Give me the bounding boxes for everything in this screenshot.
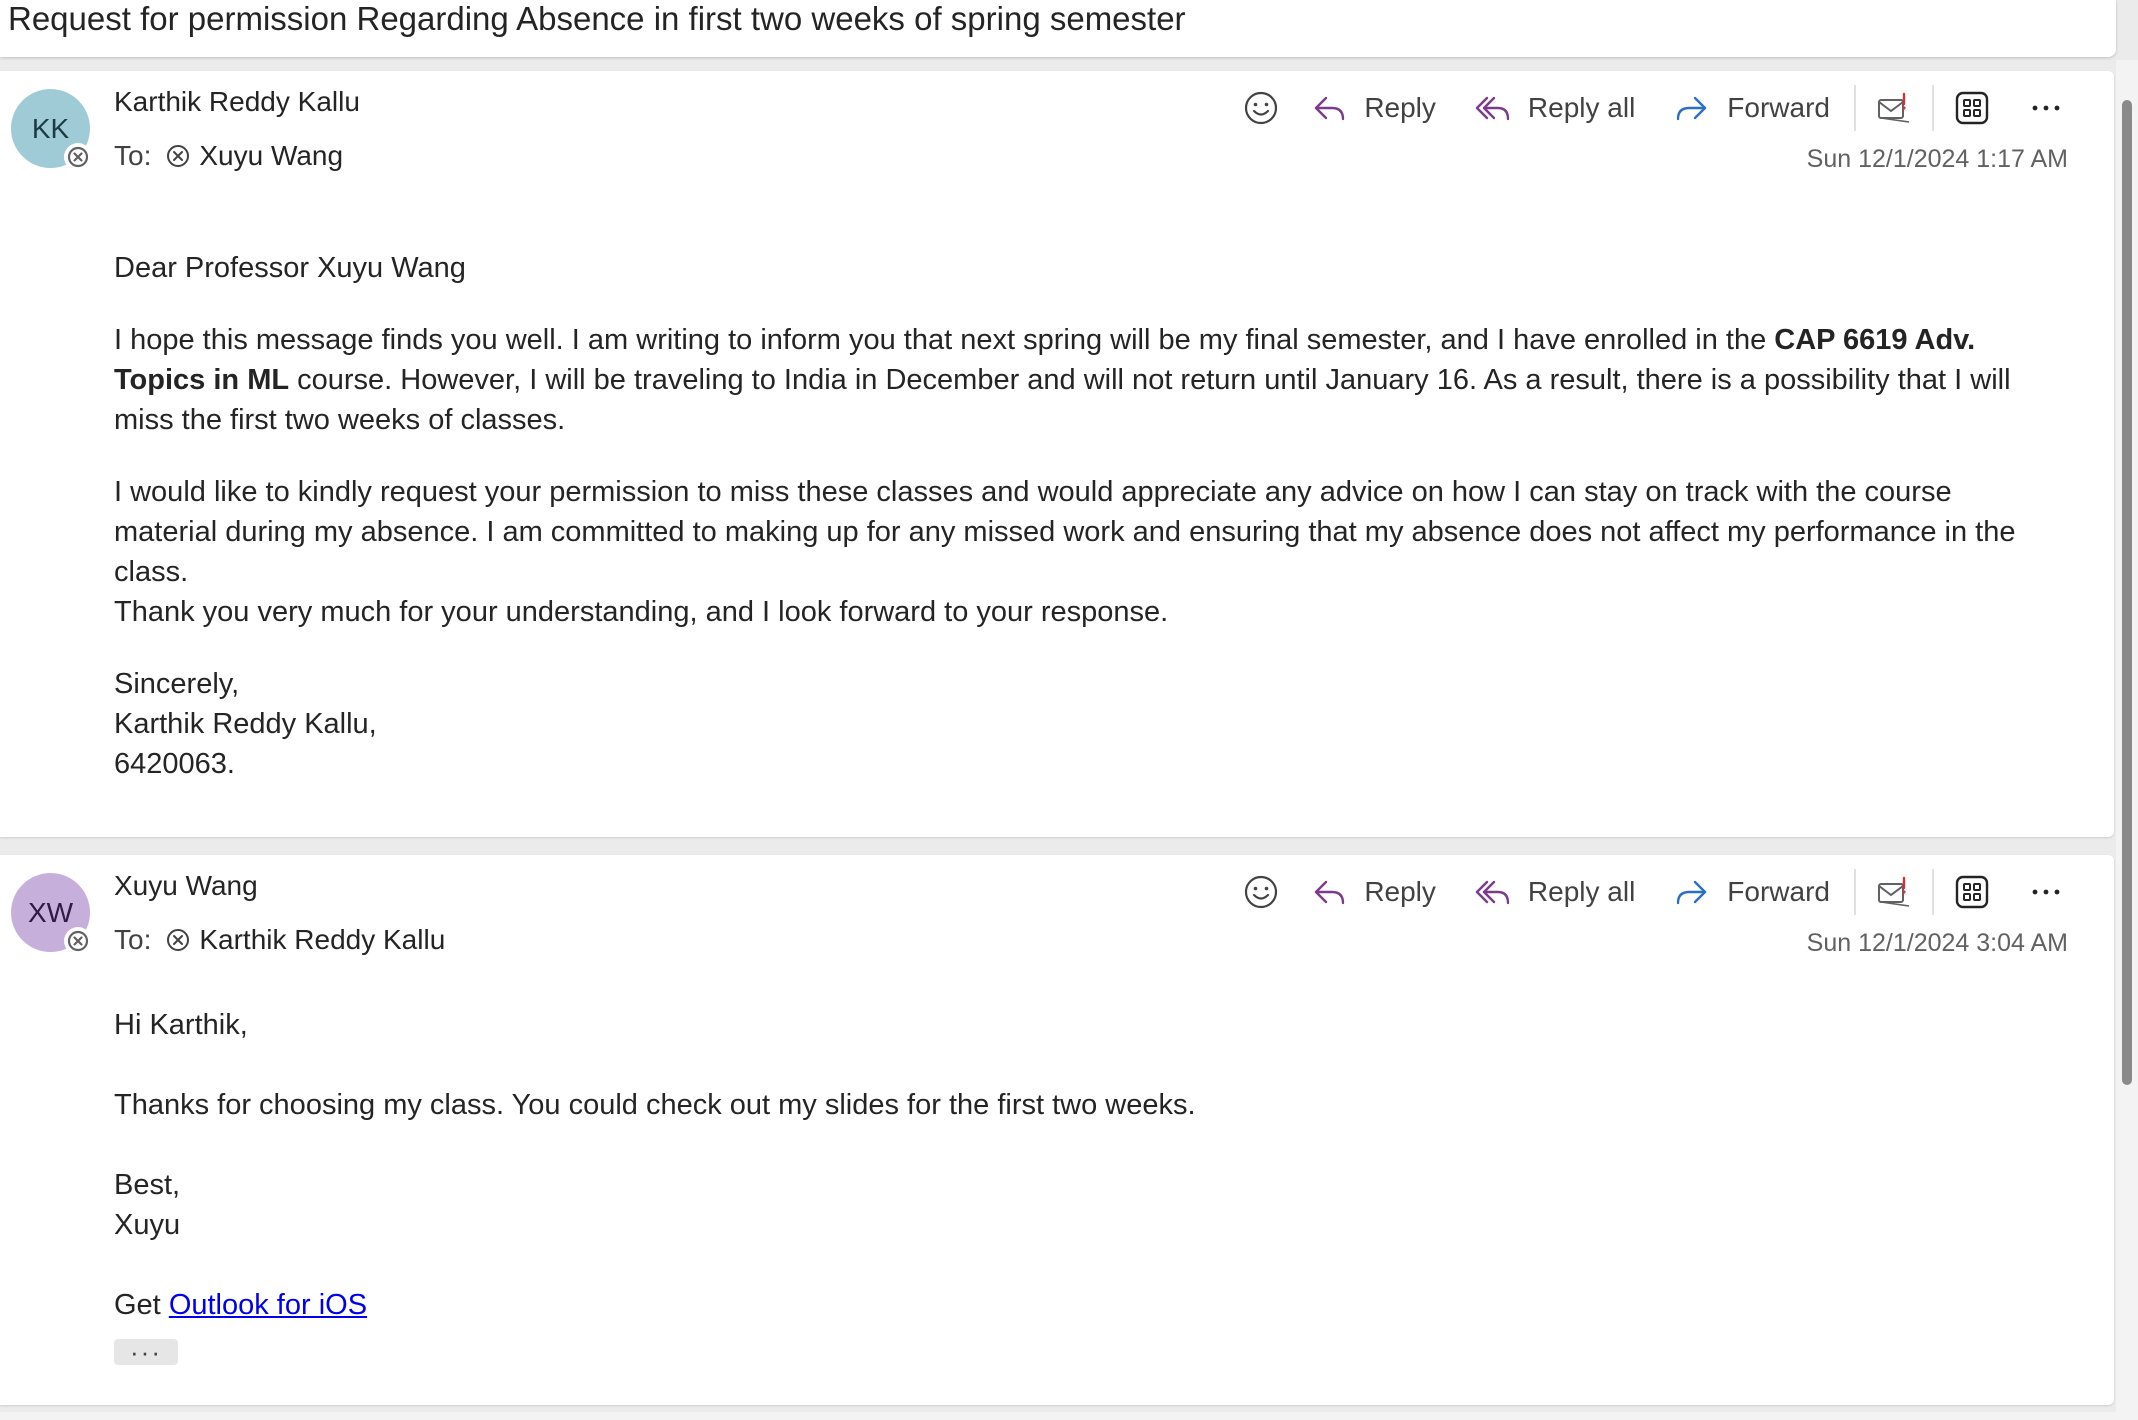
closing: Sincerely,	[114, 668, 240, 700]
more-actions-button[interactable]	[2018, 84, 2074, 132]
body-paragraph: I hope this message finds you well. I am…	[114, 324, 2011, 436]
reading-pane: Request for permission Regarding Absence…	[0, 0, 2138, 1420]
vertical-scrollbar[interactable]	[2116, 60, 2138, 1420]
reply-all-arrow-icon	[1475, 880, 1510, 905]
closing: Best,	[114, 1169, 181, 1201]
message-toolbar: Reply Reply all Forward	[1236, 84, 2074, 132]
sender-name[interactable]: Karthik Reddy Kallu	[114, 85, 360, 119]
apps-button[interactable]	[1944, 868, 2000, 916]
message-card: KK Karthik Reddy Kallu To: Xuyu Wang Rep…	[0, 71, 2114, 837]
avatar-initials: XW	[27, 896, 74, 928]
toolbar-divider	[1854, 869, 1856, 915]
more-ellipsis-icon	[2032, 105, 2060, 111]
outlook-ios-link[interactable]: Outlook for iOS	[169, 1289, 367, 1321]
report-button[interactable]	[1866, 84, 1922, 132]
reaction-button[interactable]	[1236, 84, 1286, 132]
apps-grid-icon	[1955, 875, 1989, 909]
scrollbar-thumb[interactable]	[2122, 100, 2132, 1085]
subject-header: Request for permission Regarding Absence…	[0, 0, 2116, 57]
signature-name: Karthik Reddy Kallu,	[114, 708, 377, 740]
report-mail-icon	[1878, 876, 1910, 907]
presence-blocked-icon	[64, 143, 92, 171]
reaction-button[interactable]	[1236, 868, 1286, 916]
more-ellipsis-icon	[2032, 889, 2060, 895]
reply-all-arrow-icon	[1475, 96, 1510, 121]
smiley-icon	[1245, 875, 1278, 909]
signature-id: 6420063.	[114, 748, 235, 780]
message-card: XW Xuyu Wang To: Karthik Reddy Kallu Rep…	[0, 855, 2114, 1405]
forward-arrow-icon	[1677, 96, 1707, 121]
forward-label: Forward	[1727, 92, 1830, 123]
signature-name: Xuyu	[114, 1209, 181, 1241]
reply-all-button[interactable]: Reply all	[1468, 868, 1641, 916]
forward-button[interactable]: Forward	[1667, 868, 1836, 916]
body-paragraph: I would like to kindly request your perm…	[114, 476, 2016, 588]
show-trimmed-content-button[interactable]: ···	[114, 1339, 178, 1365]
to-label: To:	[114, 924, 152, 955]
report-mail-icon	[1878, 92, 1910, 123]
outlook-signature: Get Outlook for iOS	[114, 1289, 368, 1321]
reply-button[interactable]: Reply	[1304, 84, 1442, 132]
toolbar-divider	[1932, 869, 1934, 915]
reply-all-button[interactable]: Reply all	[1468, 84, 1641, 132]
reply-label: Reply	[1364, 876, 1436, 907]
email-subject: Request for permission Regarding Absence…	[8, 0, 1186, 37]
forward-arrow-icon	[1677, 880, 1707, 905]
reply-label: Reply	[1364, 92, 1436, 123]
apps-grid-icon	[1955, 91, 1989, 125]
reply-all-label: Reply all	[1527, 92, 1636, 123]
sent-timestamp: Sun 12/1/2024 1:17 AM	[1806, 145, 2068, 173]
recipient-line: To: Karthik Reddy Kallu	[114, 923, 445, 957]
presence-blocked-icon	[64, 927, 92, 955]
toolbar-divider	[1932, 85, 1934, 131]
message-toolbar: Reply Reply all Forward	[1236, 868, 2074, 916]
recipient-name[interactable]: Karthik Reddy Kallu	[199, 923, 445, 957]
recipient-name[interactable]: Xuyu Wang	[199, 139, 343, 173]
reply-arrow-icon	[1315, 880, 1345, 905]
message-body: Hi Karthik, Thanks for choosing my class…	[114, 1005, 2044, 1372]
message-body: Dear Professor Xuyu Wang I hope this mes…	[114, 248, 2044, 784]
body-paragraph: Thanks for choosing my class. You could …	[114, 1089, 1196, 1121]
greeting: Dear Professor Xuyu Wang	[114, 252, 466, 284]
report-button[interactable]	[1866, 868, 1922, 916]
presence-blocked-icon	[165, 927, 191, 953]
sender-name[interactable]: Xuyu Wang	[114, 869, 258, 903]
reply-arrow-icon	[1315, 96, 1345, 121]
toolbar-divider	[1854, 85, 1856, 131]
body-paragraph: Thank you very much for your understandi…	[114, 596, 1169, 628]
forward-label: Forward	[1727, 876, 1830, 907]
reply-button[interactable]: Reply	[1304, 868, 1442, 916]
recipient-line: To: Xuyu Wang	[114, 139, 343, 173]
horizontal-scrollbar[interactable]	[0, 1412, 2116, 1420]
reply-all-label: Reply all	[1527, 876, 1636, 907]
smiley-icon	[1245, 91, 1278, 125]
more-actions-button[interactable]	[2018, 868, 2074, 916]
presence-blocked-icon	[165, 143, 191, 169]
apps-button[interactable]	[1944, 84, 2000, 132]
avatar-initials: KK	[31, 112, 70, 144]
to-label: To:	[114, 140, 152, 171]
forward-button[interactable]: Forward	[1667, 84, 1836, 132]
greeting: Hi Karthik,	[114, 1009, 248, 1041]
sent-timestamp: Sun 12/1/2024 3:04 AM	[1806, 929, 2068, 957]
